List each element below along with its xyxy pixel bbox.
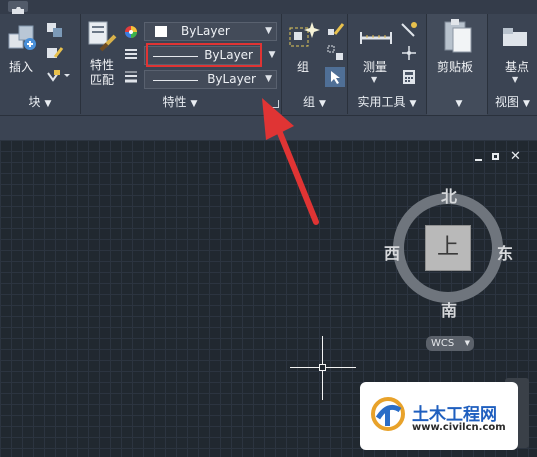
panel-block-label: 块	[28, 95, 41, 109]
insert-block-icon[interactable]	[7, 22, 39, 58]
minimize-icon[interactable]	[475, 159, 482, 161]
color-combo[interactable]: ByLayer ▼	[144, 22, 277, 41]
close-icon[interactable]: ✕	[510, 149, 521, 164]
linetype-combo-arrow[interactable]: ▼	[265, 46, 279, 65]
compass-south[interactable]: 南	[441, 297, 457, 321]
measure-icon[interactable]	[359, 26, 393, 52]
color-combo-value: ByLayer	[181, 24, 230, 38]
lineweight-preview	[153, 80, 198, 81]
watermark-url: www.civilcn.com	[412, 422, 506, 433]
match-properties-icon[interactable]	[87, 20, 119, 58]
compass-north[interactable]: 北	[441, 183, 457, 207]
linetype-icon[interactable]	[124, 46, 138, 65]
create-block-icon[interactable]	[46, 22, 64, 42]
block-attributes-icon[interactable]	[46, 68, 72, 87]
panel-block-title[interactable]: 块 ▼	[0, 93, 80, 112]
base-dropdown-icon[interactable]: ▼	[512, 75, 518, 84]
lineweight-combo[interactable]: ByLayer ▼	[144, 70, 277, 89]
clipboard-icon[interactable]	[441, 18, 473, 58]
quick-access-strip	[0, 0, 537, 14]
watermark: 土木工程网 www.civilcn.com	[360, 382, 518, 450]
group-edit-icon[interactable]	[327, 22, 345, 42]
lineweight-icon[interactable]	[124, 69, 138, 88]
compass-east[interactable]: 东	[497, 240, 513, 264]
quick-select-icon[interactable]	[400, 22, 418, 42]
viewport-controls: ✕	[472, 149, 524, 165]
calculator-icon[interactable]	[402, 69, 416, 89]
application-menu-button[interactable]	[8, 1, 28, 14]
ungroup-icon[interactable]	[327, 45, 345, 65]
panel-view-title[interactable]: 视图 ▼	[488, 93, 537, 112]
panel-utilities-label: 实用工具	[357, 95, 406, 109]
chevron-down-icon: ▼	[265, 74, 272, 84]
lineweight-combo-value: ByLayer	[207, 72, 256, 86]
compass-west[interactable]: 西	[384, 240, 400, 264]
base-point-label: 基点	[505, 60, 530, 74]
group-label: 组	[297, 60, 310, 74]
panel-properties-label: 特性	[162, 95, 187, 109]
wcs-menu[interactable]: WCS ▼	[426, 336, 474, 351]
viewcube-top-face[interactable]: 上	[425, 225, 471, 271]
edit-block-icon[interactable]	[46, 45, 64, 65]
insert-label: 插入	[9, 60, 34, 74]
color-swatch	[155, 26, 167, 37]
chevron-down-icon: ▼	[268, 50, 276, 60]
annotation-arrow	[262, 98, 319, 225]
point-id-icon[interactable]	[400, 45, 418, 65]
panel-view-label: 视图	[495, 95, 520, 109]
chevron-down-icon: ▼	[464, 339, 470, 347]
group-icon[interactable]	[288, 20, 322, 60]
panel-clipboard-title[interactable]: ▼	[427, 93, 487, 112]
restore-icon[interactable]	[492, 153, 499, 160]
match-properties-label: 特性匹配	[90, 58, 115, 87]
measure-dropdown-icon[interactable]: ▼	[371, 75, 377, 84]
panel-utilities-title[interactable]: 实用工具 ▼	[348, 93, 426, 112]
viewcube[interactable]: 上 北 南 西 东 WCS ▼	[375, 175, 530, 360]
crosshair-cursor	[290, 336, 356, 400]
color-wheel-icon[interactable]	[124, 24, 138, 43]
watermark-logo-icon	[371, 397, 405, 431]
top-face-label: 上	[436, 235, 459, 260]
highlight-box	[146, 43, 262, 67]
wcs-label: WCS	[431, 338, 455, 349]
clipboard-label: 剪贴板	[437, 60, 474, 74]
base-point-icon[interactable]	[503, 26, 533, 54]
measure-label: 测量	[363, 60, 388, 74]
chevron-down-icon: ▼	[265, 26, 272, 36]
